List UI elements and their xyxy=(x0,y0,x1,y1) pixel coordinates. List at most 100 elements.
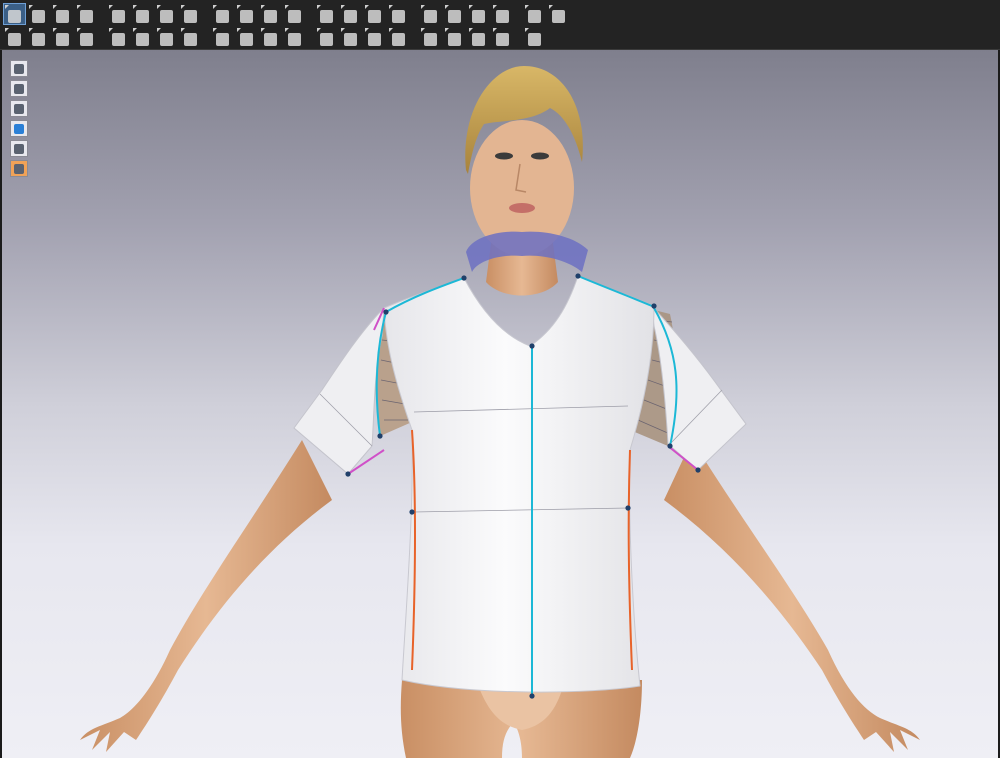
bind-icon[interactable] xyxy=(444,4,465,24)
transfer-icon-glyph xyxy=(424,33,437,46)
animate-icon-glyph xyxy=(528,33,541,46)
shirt-icon-glyph xyxy=(264,10,277,23)
arrange-icon-glyph xyxy=(344,10,357,23)
submenu-indicator xyxy=(493,5,497,9)
submenu-indicator xyxy=(213,5,217,9)
pin-cut-icon[interactable] xyxy=(76,27,97,47)
undo-pattern-icon[interactable] xyxy=(132,4,153,24)
transform-icon-glyph xyxy=(80,10,93,23)
fold-icon[interactable] xyxy=(180,4,201,24)
submenu-indicator xyxy=(5,5,9,9)
avatar-lips xyxy=(509,203,535,213)
graphic-icon-glyph xyxy=(344,33,357,46)
submenu-indicator xyxy=(133,28,137,32)
move-icon[interactable] xyxy=(28,4,49,24)
sleeve-icon-glyph xyxy=(320,10,333,23)
3d-scene[interactable] xyxy=(2,50,998,758)
split-shirt-icon[interactable] xyxy=(284,4,305,24)
submenu-indicator xyxy=(365,28,369,32)
tack-icon[interactable] xyxy=(364,4,385,24)
submenu-indicator xyxy=(53,28,57,32)
pen-icon-glyph xyxy=(216,10,229,23)
layer-icon[interactable] xyxy=(468,27,489,47)
transform-icon[interactable] xyxy=(76,4,97,24)
texture-icon[interactable] xyxy=(316,27,337,47)
tack-icon-glyph xyxy=(368,10,381,23)
submenu-indicator xyxy=(77,5,81,9)
texture-icon-glyph xyxy=(320,33,333,46)
topstitch-icon-glyph xyxy=(216,33,229,46)
right-sleeve[interactable] xyxy=(651,304,747,471)
topstitch-icon[interactable] xyxy=(212,27,233,47)
submenu-indicator xyxy=(341,5,345,9)
dart-icon[interactable] xyxy=(236,4,257,24)
left-sleeve[interactable] xyxy=(293,306,385,475)
submenu-indicator xyxy=(317,5,321,9)
transfer-icon[interactable] xyxy=(420,27,441,47)
flip-icon[interactable] xyxy=(388,4,409,24)
sewing-icon[interactable] xyxy=(420,4,441,24)
animate-icon[interactable] xyxy=(524,27,545,47)
submenu-indicator xyxy=(421,28,425,32)
split-shirt-icon-glyph xyxy=(288,10,301,23)
fabric-icon[interactable] xyxy=(364,27,385,47)
select-icon[interactable] xyxy=(3,3,26,25)
shirt-icon[interactable] xyxy=(260,4,281,24)
seam-icon[interactable] xyxy=(156,4,177,24)
dart-icon-glyph xyxy=(240,10,253,23)
edit-icon[interactable] xyxy=(108,4,129,24)
grain-icon[interactable] xyxy=(284,27,305,47)
zipper-icon-glyph xyxy=(136,33,149,46)
seam-icon-glyph xyxy=(160,10,173,23)
zipper-icon[interactable] xyxy=(132,27,153,47)
pin-icon[interactable] xyxy=(28,27,49,47)
measure-icon-glyph xyxy=(552,10,565,23)
fabric-icon-glyph xyxy=(368,33,381,46)
edit-icon-glyph xyxy=(112,10,125,23)
shirt-body[interactable] xyxy=(383,275,655,693)
tape-icon[interactable] xyxy=(260,27,281,47)
move-icon-glyph xyxy=(32,10,45,23)
sleeve-icon[interactable] xyxy=(316,4,337,24)
toolbar-row-2 xyxy=(4,26,545,48)
submenu-indicator xyxy=(261,5,265,9)
button-icon[interactable] xyxy=(156,27,177,47)
buttonhole-icon-glyph xyxy=(184,33,197,46)
submenu-indicator xyxy=(469,5,473,9)
buttonhole-icon[interactable] xyxy=(180,27,201,47)
main-toolbar xyxy=(0,0,1000,50)
submenu-indicator xyxy=(109,28,113,32)
curve-icon[interactable] xyxy=(524,4,545,24)
measure-icon[interactable] xyxy=(548,4,569,24)
bind-icon-glyph xyxy=(448,10,461,23)
fit-icon[interactable] xyxy=(444,27,465,47)
fold-arrange-icon[interactable] xyxy=(108,27,129,47)
submenu-indicator xyxy=(181,5,185,9)
submenu-indicator xyxy=(421,5,425,9)
ruler-icon[interactable] xyxy=(236,27,257,47)
layer-icon-glyph xyxy=(472,33,485,46)
pleat-icon[interactable] xyxy=(492,4,513,24)
curve-icon-glyph xyxy=(528,10,541,23)
sewing-icon-glyph xyxy=(424,10,437,23)
pin-remove-icon[interactable] xyxy=(52,27,73,47)
symmetry-icon-glyph xyxy=(472,10,485,23)
select-icon-glyph xyxy=(8,10,21,23)
arrange-icon[interactable] xyxy=(340,4,361,24)
submenu-indicator xyxy=(341,28,345,32)
turn-icon[interactable] xyxy=(492,27,513,47)
fold-icon-glyph xyxy=(184,10,197,23)
trim-icon[interactable] xyxy=(388,27,409,47)
submenu-indicator xyxy=(181,28,185,32)
tape-icon-glyph xyxy=(264,33,277,46)
submenu-indicator xyxy=(29,5,33,9)
symmetry-icon[interactable] xyxy=(468,4,489,24)
rectangle-icon[interactable] xyxy=(52,4,73,24)
graphic-icon[interactable] xyxy=(340,27,361,47)
pen-icon[interactable] xyxy=(212,4,233,24)
avatar-move-icon[interactable] xyxy=(4,27,25,47)
submenu-indicator xyxy=(77,28,81,32)
right-eye xyxy=(531,152,549,160)
3d-viewport[interactable] xyxy=(2,50,998,758)
submenu-indicator xyxy=(389,5,393,9)
